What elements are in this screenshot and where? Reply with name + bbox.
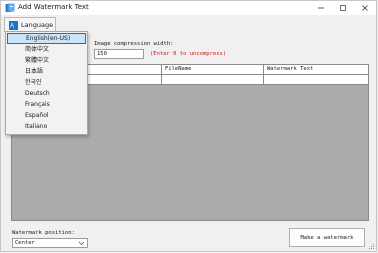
title-bar: Add Watermark Text xyxy=(1,1,376,15)
compression-label: Image compression width: xyxy=(94,41,174,47)
table-cell[interactable] xyxy=(162,75,264,84)
watermark-position-label: Watermark position: xyxy=(12,230,75,236)
language-option-japanese[interactable]: 日本語 xyxy=(7,66,86,77)
window-title: Add Watermark Text xyxy=(18,3,89,11)
language-option-korean[interactable]: 한국인 xyxy=(7,77,86,88)
language-option-italian[interactable]: Italiano xyxy=(7,121,86,132)
watermark-position-select[interactable]: Center xyxy=(12,238,88,248)
app-icon xyxy=(5,3,15,12)
language-icon: A xyxy=(9,21,18,30)
language-option-spanish[interactable]: Español xyxy=(7,110,86,121)
watermark-position-value: Center xyxy=(15,240,35,246)
minimize-icon[interactable] xyxy=(310,1,332,15)
close-icon[interactable] xyxy=(354,1,376,15)
maximize-icon[interactable] xyxy=(332,1,354,15)
svg-text:A: A xyxy=(10,24,14,30)
column-header-watermark-text[interactable]: Watermark Text xyxy=(264,65,368,74)
chevron-down-icon xyxy=(78,241,85,245)
compression-width-input[interactable]: 150 xyxy=(94,49,144,59)
language-dropdown: English(en-US) 简体中文 繁體中文 日本語 한국인 Deutsch… xyxy=(5,31,88,135)
make-watermark-button[interactable]: Make a watermark xyxy=(289,228,365,247)
column-header-filename[interactable]: FileName xyxy=(162,65,264,74)
language-option-english[interactable]: English(en-US) xyxy=(7,33,86,44)
language-option-french[interactable]: Français xyxy=(7,99,86,110)
app-window: Add Watermark Text A Language Image comp… xyxy=(0,0,377,252)
language-option-simplified-chinese[interactable]: 简体中文 xyxy=(7,44,86,55)
language-option-traditional-chinese[interactable]: 繁體中文 xyxy=(7,55,86,66)
language-menu-label: Language xyxy=(21,21,54,29)
resize-grip-icon[interactable] xyxy=(367,242,375,250)
compression-hint: (Enter 0 to uncompress) xyxy=(150,51,227,57)
menu-bar: A Language xyxy=(1,15,376,32)
language-menu[interactable]: A Language xyxy=(4,17,56,32)
table-cell[interactable] xyxy=(264,75,368,84)
language-option-german[interactable]: Deutsch xyxy=(7,88,86,99)
